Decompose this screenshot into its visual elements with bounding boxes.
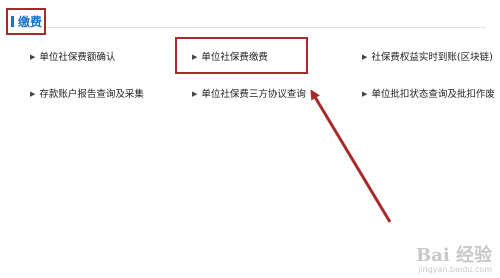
watermark-logo: Bai 经验: [416, 245, 492, 266]
watermark: Bai 经验 jingyan.baidu.com: [416, 247, 492, 274]
annotation-arrow: [310, 89, 392, 223]
watermark-url: jingyan.baidu.com: [418, 265, 492, 274]
